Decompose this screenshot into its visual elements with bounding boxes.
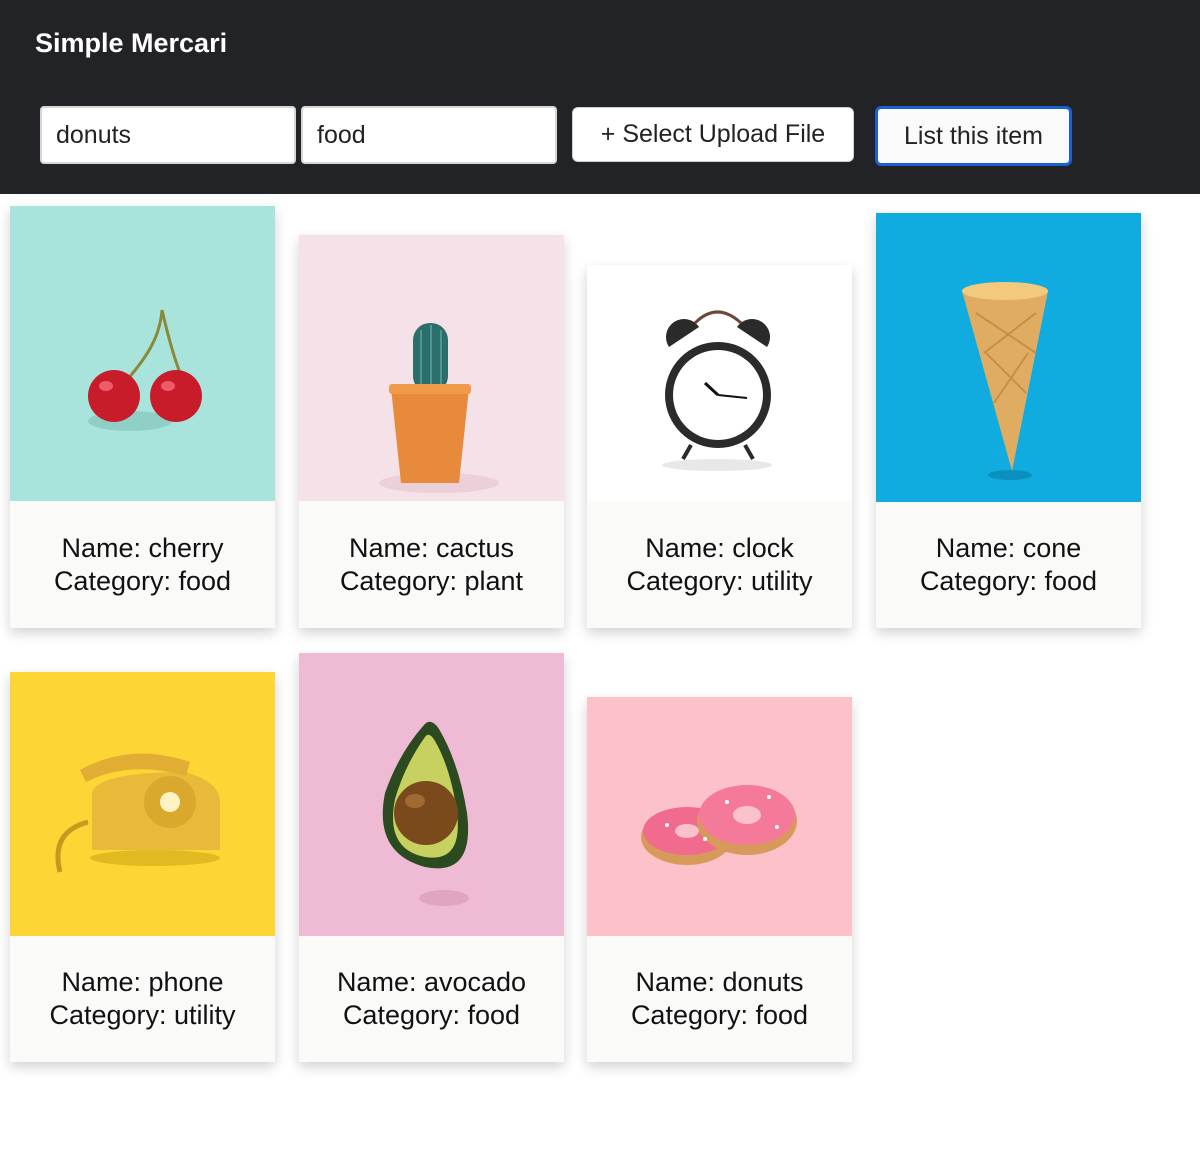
item-card: Name: donuts Category: food: [587, 697, 852, 1062]
donuts-image: [587, 697, 852, 936]
item-name: Name: avocado: [336, 966, 527, 997]
item-category: Category: food: [630, 999, 809, 1030]
item-info: Name: donuts Category: food: [587, 935, 852, 1062]
item-name: Name: phone: [61, 966, 224, 997]
item-card: Name: phone Category: utility: [10, 672, 275, 1062]
cactus-image: [299, 235, 564, 501]
item-category-input[interactable]: [301, 106, 557, 164]
item-category: Category: utility: [626, 565, 813, 596]
app-title: Simple Mercari: [35, 28, 228, 58]
ice-cream-cone-image: [876, 213, 1141, 502]
item-category: Category: food: [53, 565, 232, 596]
item-info: Name: cherry Category: food: [10, 501, 275, 628]
item-name-input[interactable]: [40, 106, 296, 164]
item-name: Name: clock: [645, 532, 794, 563]
item-name: Name: cherry: [61, 532, 224, 563]
item-card: Name: cactus Category: plant: [299, 235, 564, 628]
item-name: Name: cone: [935, 532, 1082, 563]
item-card: Name: cone Category: food: [876, 213, 1141, 628]
item-category: Category: food: [919, 565, 1098, 596]
item-info: Name: avocado Category: food: [299, 935, 564, 1062]
alarm-clock-image: [587, 265, 852, 501]
item-info: Name: phone Category: utility: [10, 935, 275, 1062]
item-name: Name: donuts: [635, 966, 804, 997]
avocado-image: [299, 653, 564, 936]
rotary-phone-image: [10, 672, 275, 936]
cherry-image: [10, 206, 275, 501]
item-info: Name: cone Category: food: [876, 501, 1141, 628]
header: Simple Mercari + Select Upload File List…: [0, 0, 1200, 194]
select-upload-file-button[interactable]: + Select Upload File: [572, 107, 854, 162]
item-card: Name: cherry Category: food: [10, 206, 275, 628]
item-info: Name: cactus Category: plant: [299, 501, 564, 628]
list-item-button[interactable]: List this item: [875, 106, 1072, 166]
item-category: Category: plant: [339, 565, 524, 596]
item-card: Name: avocado Category: food: [299, 653, 564, 1062]
item-info: Name: clock Category: utility: [587, 501, 852, 628]
item-name: Name: cactus: [348, 532, 515, 563]
item-category: Category: utility: [49, 999, 236, 1030]
item-category: Category: food: [342, 999, 521, 1030]
item-card: Name: clock Category: utility: [587, 265, 852, 628]
